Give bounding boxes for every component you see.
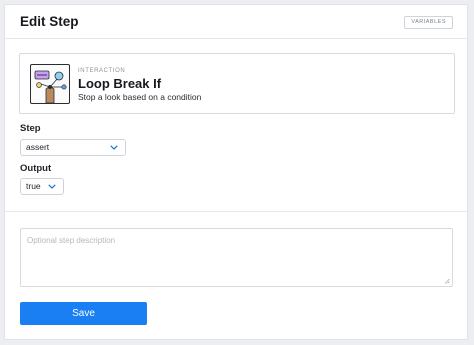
step-description-field[interactable]: Optional step description bbox=[20, 228, 453, 287]
output-select-value: true bbox=[26, 181, 41, 191]
loop-break-icon bbox=[30, 64, 70, 104]
step-label: Step bbox=[20, 123, 41, 134]
step-name: Loop Break If bbox=[78, 76, 162, 91]
section-divider bbox=[5, 211, 467, 212]
step-select[interactable]: assert bbox=[20, 139, 126, 156]
step-category: INTERACTION bbox=[78, 68, 126, 74]
variables-button[interactable]: VARIABLES bbox=[404, 16, 453, 29]
output-select[interactable]: true bbox=[20, 178, 64, 195]
chevron-down-icon bbox=[48, 184, 56, 189]
edit-step-panel: Edit Step VARIABLES INTERACTION Loop Bre… bbox=[4, 4, 468, 340]
step-type-card[interactable]: INTERACTION Loop Break If Stop a look ba… bbox=[19, 53, 455, 114]
step-description: Stop a look based on a condition bbox=[78, 92, 202, 102]
step-select-value: assert bbox=[26, 142, 50, 152]
chevron-down-icon bbox=[110, 145, 118, 150]
output-label: Output bbox=[20, 163, 52, 174]
description-placeholder: Optional step description bbox=[27, 236, 116, 245]
panel-header: Edit Step VARIABLES bbox=[5, 5, 467, 39]
save-button[interactable]: Save bbox=[20, 302, 147, 325]
resize-handle-icon[interactable] bbox=[444, 278, 450, 284]
page-title: Edit Step bbox=[20, 14, 79, 29]
